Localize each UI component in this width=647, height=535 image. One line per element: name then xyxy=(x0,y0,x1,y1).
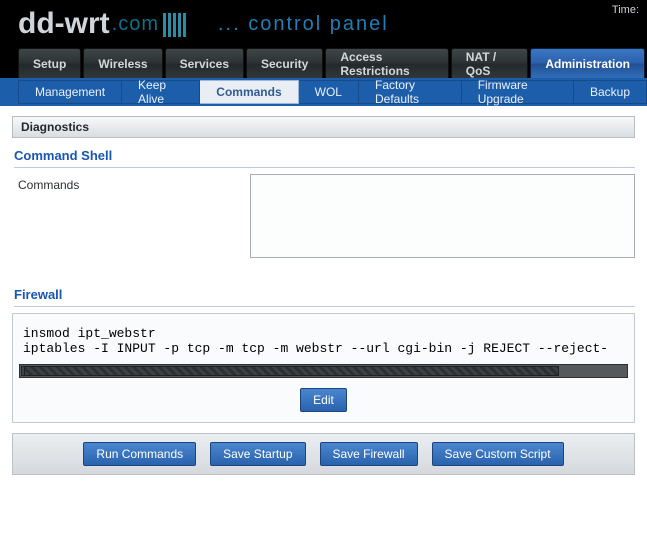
save-custom-script-button[interactable]: Save Custom Script xyxy=(432,442,564,466)
logo: dd-wrt .com ... control panel xyxy=(18,4,389,44)
tab-nat-qos[interactable]: NAT / QoS xyxy=(451,48,529,78)
subtab-wol[interactable]: WOL xyxy=(299,80,359,104)
tab-access-restrictions[interactable]: Access Restrictions xyxy=(325,48,448,78)
save-firewall-button[interactable]: Save Firewall xyxy=(320,442,418,466)
control-panel-label: ... control panel xyxy=(218,13,389,36)
scroll-thumb[interactable] xyxy=(24,366,559,376)
topnav: Setup Wireless Services Security Access … xyxy=(0,48,647,78)
page-content: Diagnostics Command Shell Commands Firew… xyxy=(0,106,647,535)
subtab-commands[interactable]: Commands xyxy=(200,80,298,104)
subtab-factory-defaults[interactable]: Factory Defaults xyxy=(359,80,462,104)
logo-text-main: dd-wrt xyxy=(18,7,110,41)
subtab-management[interactable]: Management xyxy=(18,80,122,104)
tab-setup[interactable]: Setup xyxy=(18,48,81,78)
subtab-keep-alive[interactable]: Keep Alive xyxy=(122,80,200,104)
logo-bars-icon xyxy=(163,11,186,37)
group-firewall: Firewall xyxy=(14,287,635,307)
action-bar: Run Commands Save Startup Save Firewall … xyxy=(12,433,635,475)
subtab-backup[interactable]: Backup xyxy=(574,80,647,104)
page-title: Diagnostics xyxy=(12,116,635,138)
subnav: Management Keep Alive Commands WOL Facto… xyxy=(0,78,647,106)
commands-row: Commands xyxy=(12,174,635,263)
subtab-firmware-upgrade[interactable]: Firmware Upgrade xyxy=(462,80,574,104)
group-command-shell: Command Shell xyxy=(14,148,635,168)
run-commands-button[interactable]: Run Commands xyxy=(83,442,196,466)
edit-button[interactable]: Edit xyxy=(300,388,347,412)
tab-security[interactable]: Security xyxy=(246,48,323,78)
firewall-box: insmod ipt_webstr iptables -I INPUT -p t… xyxy=(12,313,635,423)
tab-services[interactable]: Services xyxy=(165,48,244,78)
tab-wireless[interactable]: Wireless xyxy=(83,48,162,78)
tab-administration[interactable]: Administration xyxy=(530,48,645,78)
header: Time: dd-wrt .com ... control panel xyxy=(0,0,647,48)
time-label: Time: xyxy=(612,4,639,16)
firewall-script: insmod ipt_webstr iptables -I INPUT -p t… xyxy=(19,324,628,358)
save-startup-button[interactable]: Save Startup xyxy=(210,442,305,466)
commands-label: Commands xyxy=(12,174,250,192)
commands-textarea[interactable] xyxy=(250,174,635,258)
firewall-scrollbar[interactable] xyxy=(19,364,628,378)
logo-text-suffix: .com xyxy=(112,13,159,36)
